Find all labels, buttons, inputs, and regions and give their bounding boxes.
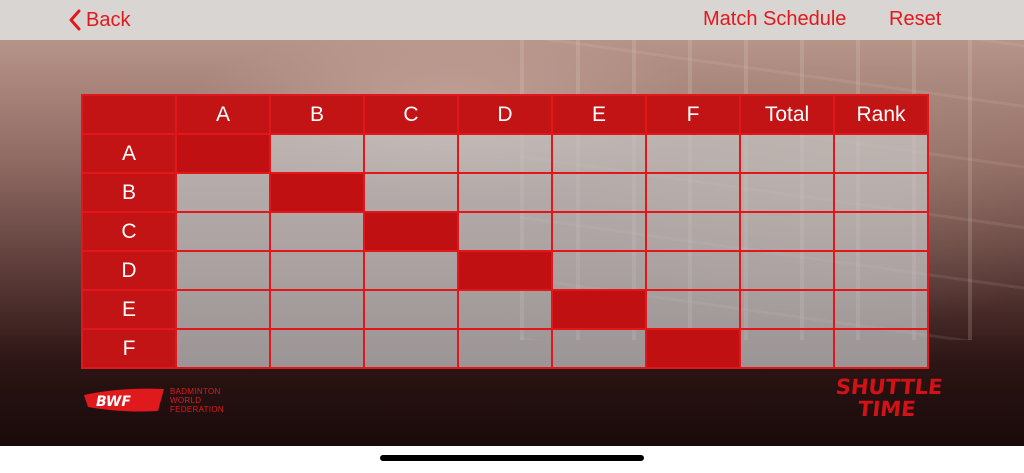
rank-cell <box>833 133 929 174</box>
score-cell[interactable] <box>269 211 365 252</box>
score-cell[interactable] <box>175 289 271 330</box>
score-cell[interactable] <box>269 133 365 174</box>
navigation-bar: Back Match Schedule Reset <box>0 0 1024 40</box>
diagonal-cell <box>551 289 647 330</box>
table-row: C <box>81 211 929 252</box>
score-cell[interactable] <box>175 211 271 252</box>
score-cell[interactable] <box>175 250 271 291</box>
diagonal-cell <box>363 211 459 252</box>
total-cell <box>739 172 835 213</box>
header-row: A B C D E F Total Rank <box>81 94 929 135</box>
bwf-logo-letters: BWF <box>96 394 131 410</box>
bwf-text-line: BADMINTON <box>170 386 221 396</box>
diagonal-cell <box>269 172 365 213</box>
total-cell <box>739 133 835 174</box>
back-button[interactable]: Back <box>68 6 130 34</box>
score-cell[interactable] <box>363 172 459 213</box>
score-cell[interactable] <box>269 328 365 369</box>
diagonal-cell <box>175 133 271 174</box>
total-cell <box>739 289 835 330</box>
score-cell[interactable] <box>175 328 271 369</box>
score-cell[interactable] <box>363 289 459 330</box>
chevron-left-icon <box>69 9 81 31</box>
shuttle-time-line: SHUTTLE <box>834 375 944 399</box>
bwf-logo: BWF BADMINTON WORLD FEDERATION <box>82 385 224 415</box>
score-cell[interactable] <box>175 172 271 213</box>
column-header-total: Total <box>739 94 835 135</box>
score-cell[interactable] <box>269 250 365 291</box>
score-cell[interactable] <box>551 133 647 174</box>
score-cell[interactable] <box>457 133 553 174</box>
table-row: E <box>81 289 929 330</box>
score-cell[interactable] <box>551 211 647 252</box>
score-cell[interactable] <box>363 328 459 369</box>
score-cell[interactable] <box>645 250 741 291</box>
column-header-f: F <box>645 94 741 135</box>
column-header-a: A <box>175 94 271 135</box>
rank-cell <box>833 172 929 213</box>
column-header-b: B <box>269 94 365 135</box>
score-cell[interactable] <box>457 289 553 330</box>
bwf-emblem-icon: BWF <box>84 388 164 412</box>
score-cell[interactable] <box>551 172 647 213</box>
row-header-a: A <box>81 133 177 174</box>
score-cell[interactable] <box>457 172 553 213</box>
score-cell[interactable] <box>645 133 741 174</box>
row-header-b: B <box>81 172 177 213</box>
score-cell[interactable] <box>645 211 741 252</box>
rank-cell <box>833 250 929 291</box>
shuttle-time-logo: SHUTTLE TIME <box>830 375 947 421</box>
score-cell[interactable] <box>645 289 741 330</box>
back-label: Back <box>86 8 131 31</box>
row-header-e: E <box>81 289 177 330</box>
match-schedule-button[interactable]: Match Schedule <box>703 8 846 31</box>
table-row: F <box>81 328 929 369</box>
bwf-text-line: FEDERATION <box>170 404 224 414</box>
score-cell[interactable] <box>551 250 647 291</box>
bwf-text-line: WORLD <box>170 395 202 405</box>
score-cell[interactable] <box>457 328 553 369</box>
row-header-d: D <box>81 250 177 291</box>
shuttle-time-line: TIME <box>856 397 917 421</box>
score-cell[interactable] <box>269 289 365 330</box>
reset-button[interactable]: Reset <box>889 8 941 31</box>
column-header-c: C <box>363 94 459 135</box>
diagonal-cell <box>457 250 553 291</box>
row-header-f: F <box>81 328 177 369</box>
rank-cell <box>833 328 929 369</box>
round-robin-table: A B C D E F Total Rank A B C D E F <box>81 94 929 369</box>
score-cell[interactable] <box>363 250 459 291</box>
column-header-e: E <box>551 94 647 135</box>
diagonal-cell <box>645 328 741 369</box>
score-cell[interactable] <box>457 211 553 252</box>
total-cell <box>739 328 835 369</box>
score-cell[interactable] <box>645 172 741 213</box>
total-cell <box>739 250 835 291</box>
score-cell[interactable] <box>363 133 459 174</box>
corner-cell <box>81 94 177 135</box>
rank-cell <box>833 289 929 330</box>
table-row: B <box>81 172 929 213</box>
total-cell <box>739 211 835 252</box>
column-header-rank: Rank <box>833 94 929 135</box>
score-cell[interactable] <box>551 328 647 369</box>
table-row: A <box>81 133 929 174</box>
home-indicator[interactable] <box>380 455 644 461</box>
rank-cell <box>833 211 929 252</box>
bwf-federation-text: BADMINTON WORLD FEDERATION <box>170 387 224 414</box>
row-header-c: C <box>81 211 177 252</box>
table-row: D <box>81 250 929 291</box>
column-header-d: D <box>457 94 553 135</box>
